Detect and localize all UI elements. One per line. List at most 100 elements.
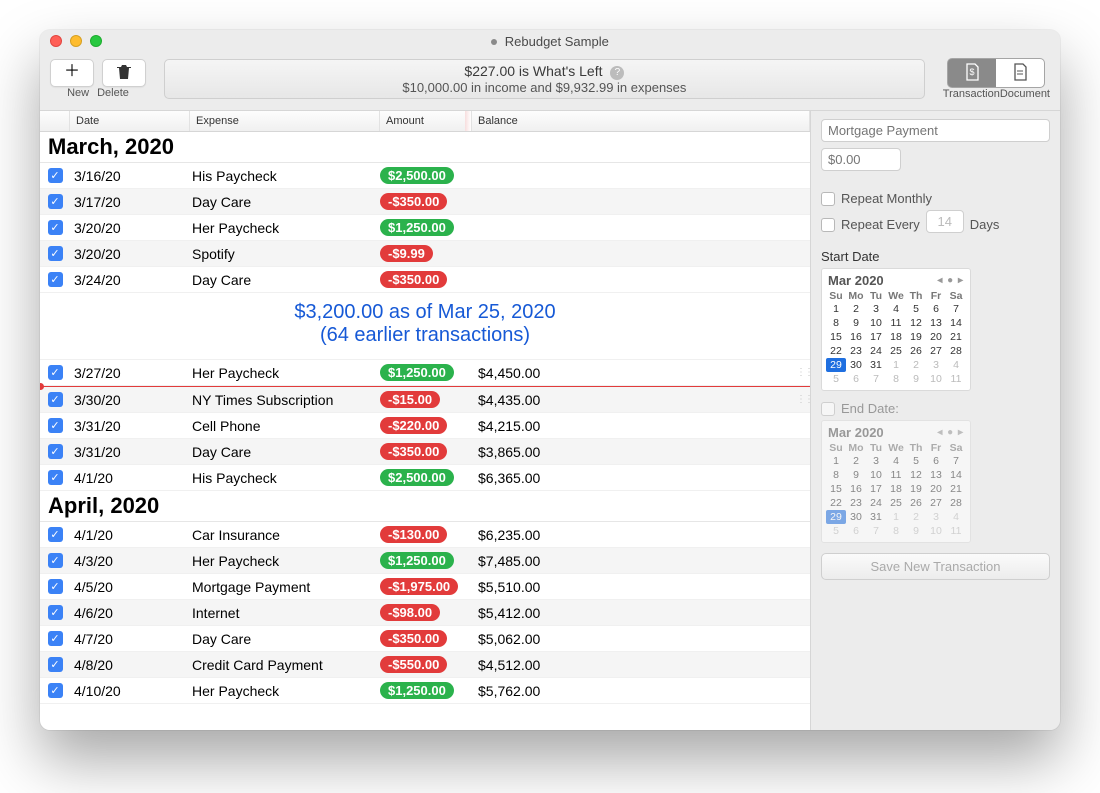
- calendar-day[interactable]: 10: [866, 316, 886, 330]
- table-row[interactable]: ✓ 4/6/20 Internet -$98.00 $5,412.00: [40, 600, 810, 626]
- drag-handle-icon[interactable]: ⋮⋮: [796, 367, 810, 378]
- calendar-day[interactable]: 8: [886, 372, 906, 386]
- calendar-day[interactable]: 14: [946, 468, 966, 482]
- calendar-day[interactable]: 27: [926, 496, 946, 510]
- calendar-day[interactable]: 9: [906, 372, 926, 386]
- calendar-day[interactable]: 2: [846, 454, 866, 468]
- calendar-day[interactable]: 3: [926, 510, 946, 524]
- col-amount[interactable]: Amount: [380, 111, 472, 131]
- repeat-every-checkbox[interactable]: [821, 218, 835, 232]
- summary-link[interactable]: $3,200.00 as of Mar 25, 2020(64 earlier …: [40, 293, 810, 360]
- calendar-day[interactable]: 6: [926, 302, 946, 316]
- calendar-day[interactable]: 12: [906, 468, 926, 482]
- calendar-day[interactable]: 19: [906, 482, 926, 496]
- table-row[interactable]: ✓ 4/1/20 Car Insurance -$130.00 $6,235.0…: [40, 522, 810, 548]
- checkbox-icon[interactable]: ✓: [48, 553, 63, 568]
- calendar-day[interactable]: 14: [946, 316, 966, 330]
- save-new-transaction-button[interactable]: Save New Transaction: [821, 553, 1050, 580]
- calendar-day[interactable]: 13: [926, 316, 946, 330]
- table-row[interactable]: ✓ 3/30/20 NY Times Subscription -$15.00 …: [40, 387, 810, 413]
- checkbox-icon[interactable]: ✓: [48, 392, 63, 407]
- start-date-calendar[interactable]: Mar 2020◂ ● ▸SuMoTuWeThFrSa1234567891011…: [821, 268, 971, 391]
- calendar-day[interactable]: 19: [906, 330, 926, 344]
- calendar-day[interactable]: 5: [906, 302, 926, 316]
- calendar-day[interactable]: 4: [946, 358, 966, 372]
- checkbox-icon[interactable]: ✓: [48, 527, 63, 542]
- table-row[interactable]: ✓ 4/10/20 Her Paycheck $1,250.00 $5,762.…: [40, 678, 810, 704]
- table-row[interactable]: ✓ 3/27/20 Her Paycheck $1,250.00 $4,450.…: [40, 360, 810, 386]
- checkbox-icon[interactable]: ✓: [48, 418, 63, 433]
- transaction-list[interactable]: Date Expense Amount Balance March, 2020 …: [40, 110, 810, 730]
- new-button[interactable]: ＋: [50, 59, 94, 87]
- calendar-day[interactable]: 5: [826, 524, 846, 538]
- table-row[interactable]: ✓ 4/7/20 Day Care -$350.00 $5,062.00: [40, 626, 810, 652]
- calendar-day[interactable]: 10: [866, 468, 886, 482]
- checkbox-icon[interactable]: ✓: [48, 246, 63, 261]
- calendar-day[interactable]: 20: [926, 330, 946, 344]
- expense-name-field[interactable]: [821, 119, 1050, 142]
- calendar-day[interactable]: 5: [826, 372, 846, 386]
- tab-transaction[interactable]: $: [948, 59, 996, 87]
- drag-handle-icon[interactable]: ⋮⋮: [796, 394, 810, 405]
- table-row[interactable]: ✓ 4/1/20 His Paycheck $2,500.00 $6,365.0…: [40, 465, 810, 491]
- calendar-day[interactable]: 25: [886, 496, 906, 510]
- table-row[interactable]: ✓ 4/8/20 Credit Card Payment -$550.00 $4…: [40, 652, 810, 678]
- table-row[interactable]: ✓ 4/3/20 Her Paycheck $1,250.00 $7,485.0…: [40, 548, 810, 574]
- table-row[interactable]: ✓ 3/16/20 His Paycheck $2,500.00: [40, 163, 810, 189]
- calendar-nav[interactable]: ◂ ● ▸: [937, 427, 964, 438]
- calendar-day[interactable]: 22: [826, 344, 846, 358]
- calendar-day[interactable]: 11: [946, 524, 966, 538]
- table-row[interactable]: ✓ 3/17/20 Day Care -$350.00: [40, 189, 810, 215]
- table-row[interactable]: ✓ 3/31/20 Day Care -$350.00 $3,865.00: [40, 439, 810, 465]
- calendar-day[interactable]: 13: [926, 468, 946, 482]
- calendar-day[interactable]: 4: [886, 302, 906, 316]
- calendar-day[interactable]: 23: [846, 496, 866, 510]
- calendar-day[interactable]: 17: [866, 482, 886, 496]
- calendar-day[interactable]: 2: [906, 358, 926, 372]
- calendar-day[interactable]: 4: [946, 510, 966, 524]
- checkbox-icon[interactable]: ✓: [48, 444, 63, 459]
- calendar-day[interactable]: 15: [826, 482, 846, 496]
- calendar-day[interactable]: 10: [926, 524, 946, 538]
- calendar-day[interactable]: 6: [846, 372, 866, 386]
- calendar-day[interactable]: 29: [826, 510, 846, 524]
- calendar-day[interactable]: 28: [946, 344, 966, 358]
- calendar-day[interactable]: 2: [906, 510, 926, 524]
- help-icon[interactable]: ?: [610, 66, 624, 80]
- table-row[interactable]: ✓ 3/24/20 Day Care -$350.00: [40, 267, 810, 293]
- calendar-day[interactable]: 8: [886, 524, 906, 538]
- calendar-day[interactable]: 5: [906, 454, 926, 468]
- calendar-day[interactable]: 24: [866, 344, 886, 358]
- calendar-day[interactable]: 1: [886, 358, 906, 372]
- calendar-day[interactable]: 16: [846, 330, 866, 344]
- calendar-day[interactable]: 16: [846, 482, 866, 496]
- calendar-day[interactable]: 1: [826, 302, 846, 316]
- checkbox-icon[interactable]: ✓: [48, 272, 63, 287]
- calendar-day[interactable]: 9: [846, 468, 866, 482]
- table-row[interactable]: ✓ 3/20/20 Her Paycheck $1,250.00: [40, 215, 810, 241]
- calendar-day[interactable]: 11: [886, 468, 906, 482]
- calendar-day[interactable]: 12: [906, 316, 926, 330]
- calendar-day[interactable]: 3: [866, 454, 886, 468]
- calendar-day[interactable]: 6: [846, 524, 866, 538]
- delete-button[interactable]: [102, 59, 146, 87]
- calendar-nav[interactable]: ◂ ● ▸: [937, 275, 964, 286]
- calendar-day[interactable]: 2: [846, 302, 866, 316]
- table-row[interactable]: ✓ 3/20/20 Spotify -$9.99: [40, 241, 810, 267]
- calendar-day[interactable]: 30: [846, 510, 866, 524]
- amount-field[interactable]: [821, 148, 901, 171]
- calendar-day[interactable]: 23: [846, 344, 866, 358]
- checkbox-icon[interactable]: ✓: [48, 220, 63, 235]
- calendar-day[interactable]: 9: [846, 316, 866, 330]
- calendar-day[interactable]: 7: [946, 302, 966, 316]
- calendar-day[interactable]: 9: [906, 524, 926, 538]
- calendar-day[interactable]: 7: [866, 372, 886, 386]
- calendar-day[interactable]: 31: [866, 510, 886, 524]
- col-balance[interactable]: Balance: [472, 111, 810, 131]
- calendar-day[interactable]: 10: [926, 372, 946, 386]
- calendar-day[interactable]: 8: [826, 468, 846, 482]
- checkbox-icon[interactable]: ✓: [48, 631, 63, 646]
- calendar-day[interactable]: 22: [826, 496, 846, 510]
- checkbox-icon[interactable]: ✓: [48, 605, 63, 620]
- calendar-day[interactable]: 3: [866, 302, 886, 316]
